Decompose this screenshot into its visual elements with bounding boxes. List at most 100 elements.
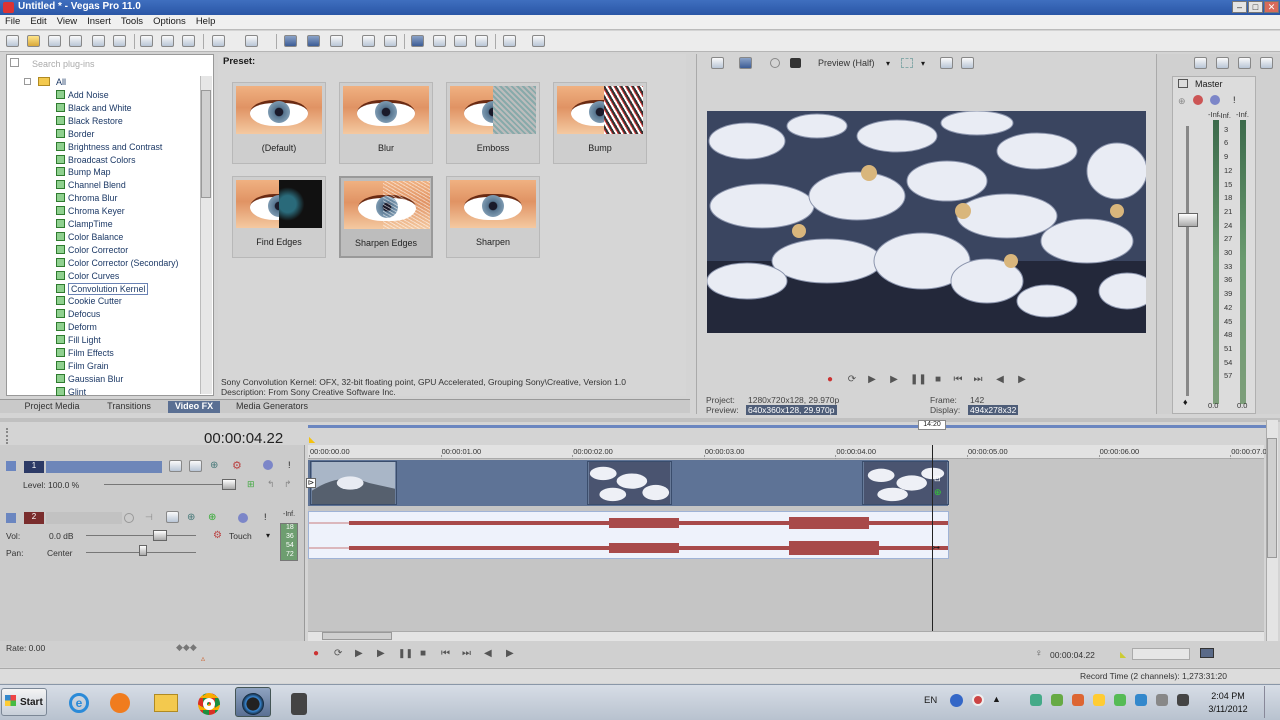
menu-tools[interactable]: Tools xyxy=(116,15,148,28)
video-solo-icon[interactable]: ! xyxy=(288,460,291,470)
clip-pan-crop-icon[interactable]: ⊕ xyxy=(934,487,942,498)
preview-properties-icon[interactable] xyxy=(711,57,724,69)
audio-clip-options-icon[interactable]: ⊶ xyxy=(932,543,940,552)
pause-icon[interactable]: ❚❚ xyxy=(910,374,927,386)
next-frame-icon[interactable]: ▶ xyxy=(1016,374,1028,386)
pan-slider[interactable] xyxy=(139,545,147,556)
collapse-icon[interactable] xyxy=(24,78,31,85)
master-fx-icon[interactable] xyxy=(1260,57,1273,69)
lock-envelopes-icon[interactable] xyxy=(454,35,467,47)
plugin-item[interactable]: Border xyxy=(56,128,94,141)
preset-tile[interactable]: Sharpen xyxy=(446,176,540,258)
automation-mode-icon[interactable]: ⚙ xyxy=(213,530,222,541)
selection-tool-icon[interactable] xyxy=(330,35,343,47)
video-clip[interactable] xyxy=(587,461,672,505)
help-pointer-icon[interactable] xyxy=(532,35,545,47)
plugin-item[interactable]: Add Noise xyxy=(56,90,109,102)
zoom-tool-icon[interactable] xyxy=(362,35,375,47)
bluetooth-tray-icon[interactable] xyxy=(1135,694,1147,706)
cursor-marker[interactable]: 14:20 xyxy=(918,420,946,430)
normal-edit-tool-icon[interactable] xyxy=(284,35,297,47)
vegas-taskbar-icon[interactable] xyxy=(235,687,271,717)
clip-fx-icon[interactable]: ⊡ xyxy=(934,474,941,483)
plugin-item[interactable]: Black Restore xyxy=(56,115,123,128)
composite-child-icon[interactable]: ⊞ xyxy=(247,479,255,490)
tab-project-media[interactable]: Project Media xyxy=(14,401,90,413)
master-fader[interactable] xyxy=(1178,213,1198,227)
lock-icon[interactable]: ♦ xyxy=(1183,397,1188,407)
save-as-icon[interactable] xyxy=(69,35,82,47)
scrub-start-marker[interactable]: ◣ xyxy=(309,435,315,444)
power-tray-icon[interactable] xyxy=(1177,694,1189,706)
plugin-item[interactable]: Film Grain xyxy=(56,360,109,373)
downmix-icon[interactable] xyxy=(1216,57,1229,69)
master-properties-icon[interactable] xyxy=(1194,57,1207,69)
video-mute-icon[interactable] xyxy=(263,460,273,470)
envelope-tool-icon[interactable] xyxy=(307,35,320,47)
prev-frame-icon[interactable]: ◀ xyxy=(484,648,492,659)
play-icon[interactable]: ▶ xyxy=(377,648,385,659)
audio-clip[interactable] xyxy=(308,511,949,559)
plugin-item[interactable]: Channel Blend xyxy=(56,180,126,192)
open-icon[interactable] xyxy=(27,35,40,47)
plugin-item[interactable]: Gaussian Blur xyxy=(56,373,123,386)
menu-file[interactable]: File xyxy=(0,15,25,28)
pause-icon[interactable]: ❚❚ xyxy=(398,648,413,659)
audio-track-name-field[interactable] xyxy=(46,512,122,524)
menu-view[interactable]: View xyxy=(52,15,82,28)
snapping-icon[interactable] xyxy=(411,35,424,47)
timeline-horizontal-scrollbar[interactable] xyxy=(308,631,1264,641)
menu-insert[interactable]: Insert xyxy=(82,15,116,28)
tab-video-fx[interactable]: Video FX xyxy=(168,401,220,413)
mute-icon[interactable] xyxy=(1210,95,1220,105)
split-screen-icon[interactable] xyxy=(790,58,801,68)
go-to-start-icon[interactable]: ⏮ xyxy=(441,648,450,659)
plugin-item[interactable]: ClampTime xyxy=(56,219,113,231)
overlays-icon[interactable] xyxy=(901,58,913,68)
sync-tray-icon[interactable] xyxy=(1051,694,1063,706)
solo-icon[interactable]: ! xyxy=(1233,95,1236,105)
preset-tile[interactable]: Blur xyxy=(339,82,433,164)
help-tray-icon[interactable] xyxy=(950,694,963,707)
loop-region-bar[interactable] xyxy=(308,425,1266,428)
network-tray-icon[interactable] xyxy=(1030,694,1042,706)
panel-grip[interactable] xyxy=(6,428,10,444)
preset-tile[interactable]: Bump xyxy=(553,82,647,164)
taskbar-clock[interactable]: 2:04 PM 3/11/2012 xyxy=(1200,690,1256,716)
preset-tile[interactable]: (Default) xyxy=(232,82,326,164)
plugin-item[interactable]: Cookie Cutter xyxy=(56,296,122,308)
volume-tray-icon[interactable] xyxy=(1156,694,1168,706)
grid-snap-icon[interactable] xyxy=(1200,648,1214,658)
timeline-vscroll-thumb[interactable] xyxy=(1267,438,1277,558)
ignore-grouping-icon[interactable] xyxy=(475,35,488,47)
plugin-item[interactable]: Color Corrector (Secondary) xyxy=(56,257,179,270)
make-compositing-child-icon[interactable]: ↰ xyxy=(267,479,275,490)
show-hidden-icons[interactable]: ▲ xyxy=(992,694,1001,704)
playhead-cursor[interactable] xyxy=(932,445,933,631)
plugin-item[interactable]: Chroma Blur xyxy=(56,193,117,205)
redo-icon[interactable] xyxy=(245,35,258,47)
loop-playback-icon[interactable]: ⟳ xyxy=(334,648,342,659)
plugin-item[interactable]: Black and White xyxy=(56,102,132,115)
preset-tile[interactable]: Emboss xyxy=(446,82,540,164)
audio-mute-icon[interactable] xyxy=(238,513,248,523)
antivirus-tray-icon[interactable] xyxy=(1072,694,1084,706)
render-icon[interactable] xyxy=(92,35,105,47)
plugin-item[interactable]: Broadcast Colors xyxy=(56,154,135,167)
automation-icon[interactable]: ⊕ xyxy=(1178,96,1186,107)
tab-transitions[interactable]: Transitions xyxy=(96,401,162,413)
internet-explorer-icon[interactable]: e xyxy=(61,687,97,717)
tray-app-icon[interactable] xyxy=(972,694,984,706)
arm-record-icon[interactable] xyxy=(124,513,134,523)
preset-tile[interactable]: Find Edges xyxy=(232,176,326,258)
stop-icon[interactable]: ■ xyxy=(932,374,944,386)
play-from-start-icon[interactable]: ▶ xyxy=(866,374,878,386)
tab-media-generators[interactable]: Media Generators xyxy=(226,401,318,413)
plugin-item[interactable]: Brightness and Contrast xyxy=(56,141,162,154)
audio-solo-icon[interactable]: ! xyxy=(264,512,267,522)
app-taskbar-icon[interactable] xyxy=(281,687,317,717)
cut-icon[interactable] xyxy=(140,35,153,47)
video-track-name-field[interactable] xyxy=(46,461,162,473)
plugin-item[interactable]: Color Curves xyxy=(56,270,119,283)
language-indicator[interactable]: EN xyxy=(924,695,937,706)
